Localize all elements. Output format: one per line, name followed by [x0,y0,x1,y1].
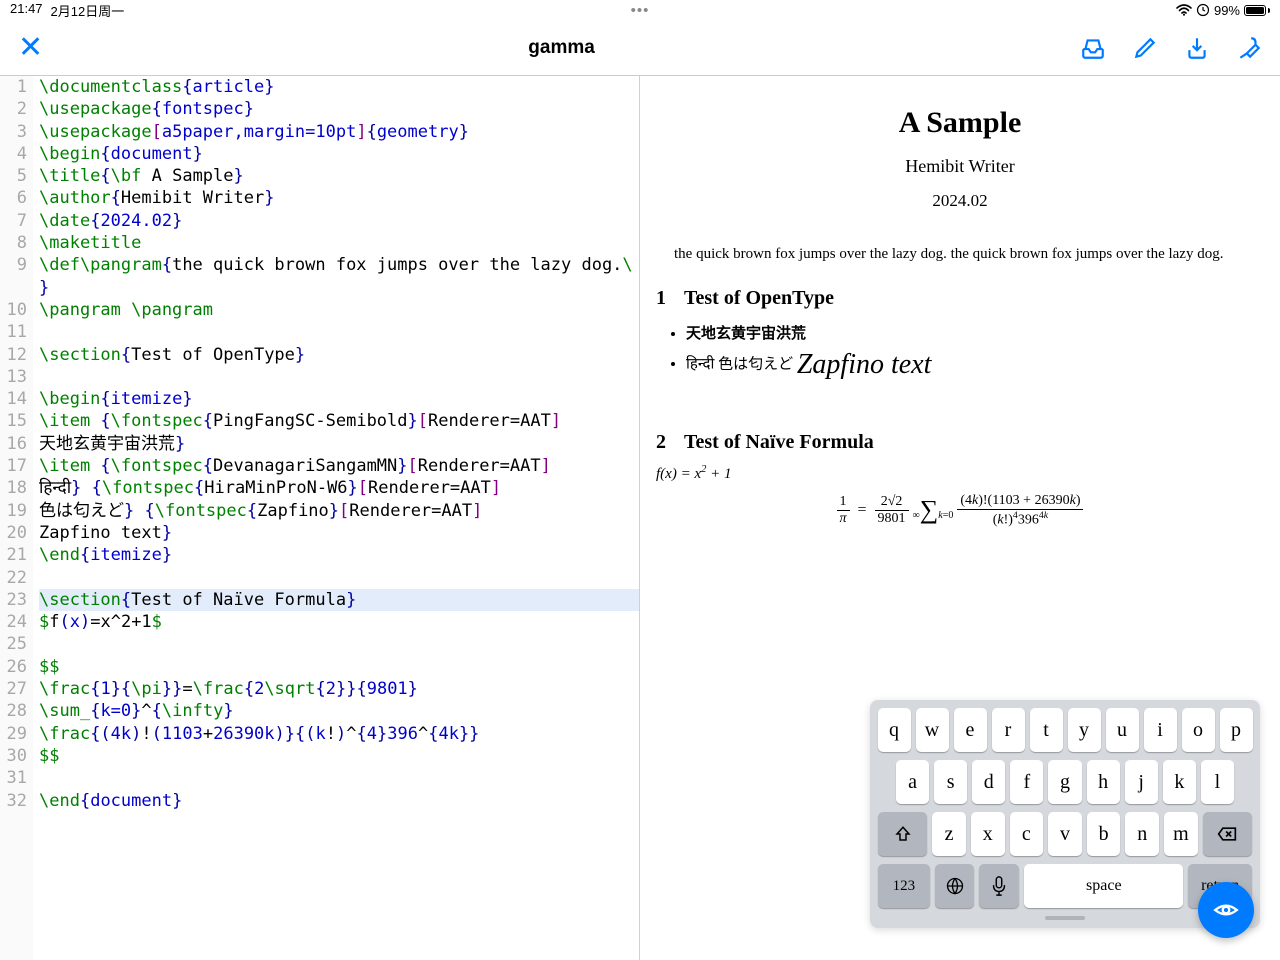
preview-title: A Sample [656,106,1264,140]
status-date: 2月12日周一 [51,1,125,20]
key-l[interactable]: l [1201,760,1234,804]
document-title: gamma [528,37,595,59]
preview-paragraph: the quick brown fox jumps over the lazy … [656,245,1264,265]
key-e[interactable]: e [954,708,987,752]
keyboard-drag-handle[interactable] [1045,916,1085,920]
app-toolbar: ✕ gamma [0,20,1280,76]
code-area[interactable]: \documentclass{article}\usepackage{fonts… [33,76,639,960]
globe-key[interactable] [935,864,975,908]
key-n[interactable]: n [1125,812,1159,856]
key-x[interactable]: x [971,812,1005,856]
list-item: 天地玄黄宇宙洪荒 [686,322,1264,343]
key-d[interactable]: d [972,760,1005,804]
key-c[interactable]: c [1010,812,1044,856]
source-editor[interactable]: 123456789 101112131415161718192021222324… [0,76,640,960]
key-q[interactable]: q [878,708,911,752]
key-f[interactable]: f [1010,760,1043,804]
preview-list: 天地玄黄宇宙洪荒 हिन्दी 色は匂えど Zapfino text [686,322,1264,381]
section-title: Test of OpenType [684,287,834,310]
battery-icon [1244,5,1270,16]
space-key[interactable]: space [1024,864,1183,908]
key-w[interactable]: w [916,708,949,752]
list-item: हिन्दी 色は匂えど Zapfino text [686,349,1264,381]
status-bar: 21:47 2月12日周一 ••• 99% [0,0,1280,20]
close-button[interactable]: ✕ [18,31,43,64]
section-number: 1 [656,287,666,310]
key-r[interactable]: r [992,708,1025,752]
display-formula: 1π = 2√29801 ∞∑k=0 (4k)!(1103 + 26390k)(… [656,493,1264,529]
battery-percent: 99% [1214,3,1240,18]
key-o[interactable]: o [1182,708,1215,752]
numbers-key[interactable]: 123 [878,864,930,908]
dictation-key[interactable] [979,864,1019,908]
key-v[interactable]: v [1048,812,1082,856]
status-time: 21:47 [10,1,43,20]
key-t[interactable]: t [1030,708,1063,752]
key-k[interactable]: k [1163,760,1196,804]
key-u[interactable]: u [1106,708,1139,752]
key-j[interactable]: j [1125,760,1158,804]
key-y[interactable]: y [1068,708,1101,752]
preview-toggle-fab[interactable] [1198,882,1254,938]
key-p[interactable]: p [1220,708,1253,752]
download-icon[interactable] [1184,35,1210,61]
key-i[interactable]: i [1144,708,1177,752]
key-m[interactable]: m [1164,812,1198,856]
key-g[interactable]: g [1048,760,1081,804]
shift-key[interactable] [878,812,927,856]
line-number-gutter: 123456789 101112131415161718192021222324… [0,76,33,960]
section-title: Test of Naïve Formula [684,431,874,454]
inline-formula: f(x) = x2 + 1 [656,464,1264,483]
edit-icon[interactable] [1132,35,1158,61]
key-h[interactable]: h [1087,760,1120,804]
pdf-preview[interactable]: A Sample Hemibit Writer 2024.02 the quic… [640,76,1280,960]
preview-author: Hemibit Writer [656,156,1264,177]
wifi-icon [1176,4,1192,16]
key-s[interactable]: s [934,760,967,804]
backspace-key[interactable] [1203,812,1252,856]
inbox-icon[interactable] [1080,35,1106,61]
key-z[interactable]: z [932,812,966,856]
multitask-dots-icon[interactable]: ••• [631,2,650,19]
key-a[interactable]: a [896,760,929,804]
preview-date: 2024.02 [656,191,1264,211]
key-b[interactable]: b [1087,812,1121,856]
rotation-lock-icon [1196,3,1210,17]
section-number: 2 [656,431,666,454]
build-icon[interactable] [1236,35,1262,61]
